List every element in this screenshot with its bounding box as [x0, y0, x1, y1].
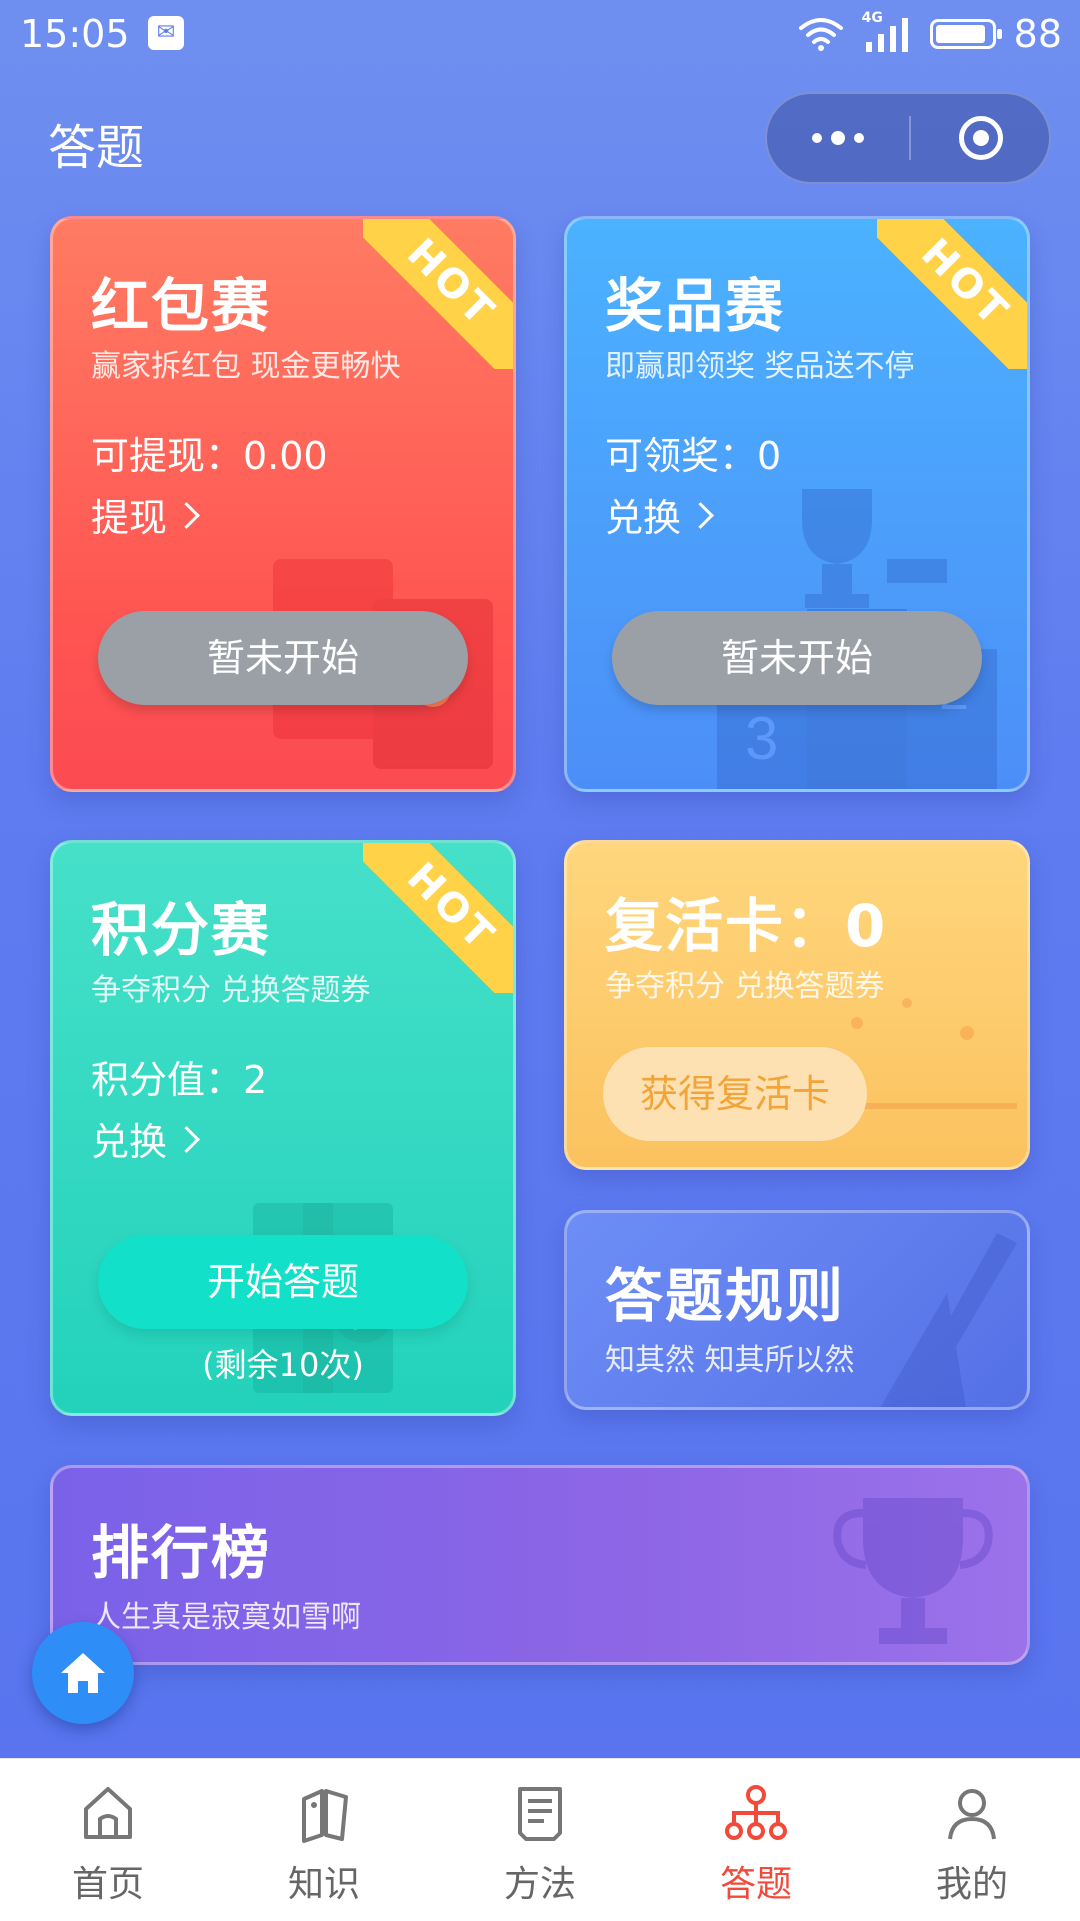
- card-title: 积分赛: [91, 896, 272, 964]
- more-dot-icon: [854, 133, 864, 143]
- start-quiz-button[interactable]: 开始答题: [98, 1235, 468, 1329]
- more-button[interactable]: [767, 94, 909, 182]
- hot-badge: HOT: [363, 843, 513, 993]
- not-started-button[interactable]: 暂未开始: [612, 611, 982, 705]
- redeem-link[interactable]: 兑换: [91, 1111, 200, 1166]
- get-revive-card-button[interactable]: 获得复活卡: [603, 1047, 867, 1141]
- battery-icon: [929, 19, 1002, 49]
- knowledge-icon: [302, 1789, 348, 1843]
- ruler-pencil-decoration-icon: [880, 1233, 1017, 1407]
- prize-contest-card[interactable]: 3 2 HOT 奖品赛 即赢即领奖 奖品送不停 可领奖：0 兑换 暂未开始: [564, 216, 1030, 792]
- leaderboard-card[interactable]: 排行榜 人生真是寂寞如雪啊: [50, 1465, 1030, 1665]
- redeem-link[interactable]: 兑换: [605, 487, 714, 542]
- notification-app-icon: ✉: [148, 16, 184, 50]
- card-title: 排行榜: [91, 1519, 272, 1587]
- status-bar: 15:05 ✉ 4G 88: [0, 0, 1080, 70]
- more-dot-icon: [812, 133, 822, 143]
- signal-icon: 4G: [862, 10, 912, 54]
- card-subtitle: 争夺积分 兑换答题券: [91, 973, 371, 1008]
- card-subtitle: 即赢即领奖 奖品送不停: [605, 349, 915, 384]
- battery-level: 88: [1013, 12, 1062, 56]
- card-title: 奖品赛: [605, 272, 786, 340]
- trophy-decoration-icon: [833, 1498, 993, 1644]
- card-subtitle: 人生真是寂寞如雪啊: [91, 1600, 361, 1635]
- target-icon: [959, 116, 1003, 160]
- tab-label: 知识: [287, 1864, 360, 1905]
- remaining-attempts: (剩余10次): [202, 1346, 364, 1384]
- tab-profile[interactable]: 我的: [864, 1759, 1080, 1921]
- miniprogram-capsule: [765, 92, 1051, 184]
- tab-label: 答题: [719, 1864, 792, 1905]
- home-floating-button[interactable]: [32, 1622, 134, 1724]
- red-envelope-contest-card[interactable]: HOT 红包赛 赢家拆红包 现金更畅快 可提现：0.00 提现 暂未开始: [50, 216, 516, 792]
- withdraw-link[interactable]: 提现: [91, 487, 200, 542]
- quiz-icon: [725, 1785, 787, 1840]
- tab-quiz[interactable]: 答题: [648, 1759, 864, 1921]
- tab-home[interactable]: 首页: [0, 1759, 216, 1921]
- quiz-rules-card[interactable]: 答题规则 知其然 知其所以然: [564, 1210, 1030, 1410]
- home-icon: [61, 1653, 105, 1693]
- tab-label: 方法: [503, 1864, 576, 1905]
- tab-method[interactable]: 方法: [432, 1759, 648, 1921]
- revive-card-panel[interactable]: 复活卡：0 争夺积分 兑换答题券 获得复活卡: [564, 840, 1030, 1170]
- withdrawable-amount: 可提现：0.00: [91, 434, 328, 478]
- status-indicators: 4G 88: [798, 10, 1062, 58]
- close-miniprogram-button[interactable]: [912, 94, 1050, 182]
- points-contest-card[interactable]: 礼 HOT 积分赛 争夺积分 兑换答题券 积分值：2 兑换 开始答题 (剩余10…: [50, 840, 516, 1416]
- chevron-right-icon: [687, 502, 714, 529]
- podium-number: 3: [745, 705, 778, 772]
- home-icon: [84, 1787, 132, 1839]
- card-subtitle: 争夺积分 兑换答题券: [605, 969, 885, 1004]
- chevron-right-icon: [173, 502, 200, 529]
- method-icon: [518, 1787, 562, 1841]
- claimable-prizes: 可领奖：0: [605, 434, 782, 478]
- profile-icon: [948, 1789, 996, 1840]
- card-subtitle: 赢家拆红包 现金更畅快: [91, 349, 401, 384]
- tab-label: 首页: [71, 1864, 144, 1905]
- card-title: 复活卡：0: [605, 892, 888, 960]
- card-subtitle: 知其然 知其所以然: [605, 1343, 855, 1378]
- bottom-tab-bar: 首页 知识 方法 答题 我的: [0, 1758, 1080, 1921]
- tab-knowledge[interactable]: 知识: [216, 1759, 432, 1921]
- card-title: 红包赛: [91, 272, 272, 340]
- capsule-divider: [909, 116, 911, 160]
- more-dot-icon: [831, 131, 845, 145]
- not-started-button[interactable]: 暂未开始: [98, 611, 468, 705]
- chevron-right-icon: [173, 1126, 200, 1153]
- tab-label: 我的: [935, 1864, 1008, 1905]
- wifi-icon: [798, 18, 843, 51]
- card-title: 答题规则: [605, 1262, 846, 1330]
- status-time: 15:05: [20, 12, 130, 56]
- page-title: 答题: [48, 120, 145, 176]
- points-value: 积分值：2: [91, 1058, 268, 1102]
